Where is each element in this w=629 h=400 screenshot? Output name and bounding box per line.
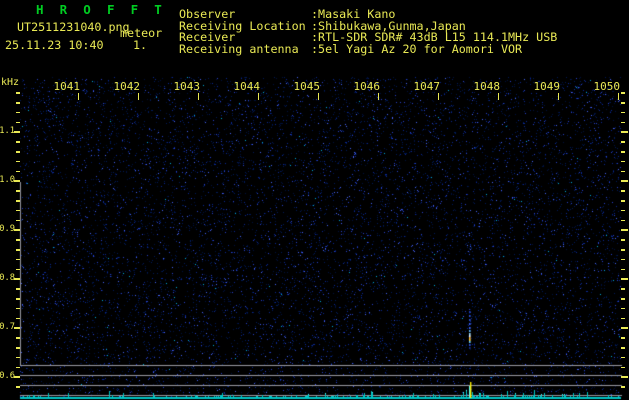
freq-tick-left [16,298,20,300]
hrofft-window: H R O F F T UT2511231040.png meteor 25.1… [0,0,629,400]
freq-tick-right [621,170,625,173]
freq-tick-left [16,258,20,261]
freq-tick-label: 1.0 [0,175,15,186]
freq-tick-right [621,190,625,192]
freq-tick-right [621,278,628,281]
freq-tick-right [621,298,625,300]
freq-tick-right [621,376,628,379]
freq-tick-left [16,219,20,222]
freq-tick-right [621,151,625,153]
freq-tick-right [621,268,625,271]
freq-unit-label: kHz [1,77,20,88]
freq-tick-left [16,141,20,143]
overlay-layer: H R O F F T UT2511231040.png meteor 25.1… [0,0,629,400]
freq-tick-right [621,317,625,320]
time-tick [77,93,79,100]
freq-tick-left [16,190,20,192]
freq-tick-left [16,366,20,369]
time-tick [197,93,199,100]
freq-tick-right [621,366,625,369]
freq-tick-left [16,92,20,94]
freq-tick-right [621,288,625,290]
freq-tick-right [621,209,625,212]
freq-tick-left [16,307,20,310]
time-tick [377,93,379,100]
freq-tick-right [621,229,628,232]
freq-tick-label: 0.7 [0,322,15,333]
time-tick-label: 1046 [353,80,381,93]
freq-tick-left [16,151,20,153]
time-tick-label: 1045 [293,80,321,93]
freq-tick-left [16,102,20,104]
freq-tick-right [621,102,625,104]
freq-tick-right [621,327,628,330]
time-tick-label: 1042 [113,80,141,93]
freq-tick-left [16,317,20,320]
freq-tick-left [16,239,20,241]
freq-tick-right [621,386,625,388]
time-tick-label: 1043 [173,80,201,93]
freq-tick-right [621,92,625,94]
time-tick-label: 1041 [53,80,81,93]
metadata-row: Observer:Masaki Kano [0,7,629,21]
freq-tick-right [621,307,625,310]
metadata-label: Receiving antenna [179,42,299,56]
freq-tick-left [16,209,20,212]
freq-tick-left [16,170,20,173]
metadata-value: :5el Yagi Az 20 for Aomori VOR [311,42,523,56]
freq-tick-right [621,239,625,241]
freq-tick-right [621,121,625,124]
freq-tick-left [16,347,20,349]
freq-tick-left [16,356,20,359]
time-tick [497,93,499,100]
time-tick-label: 1050 [593,80,621,93]
freq-tick-right [621,141,625,143]
freq-tick-right [621,160,625,163]
freq-tick-right [621,356,625,359]
time-tick [617,93,619,100]
time-tick-label: 1047 [413,80,441,93]
time-tick [257,93,259,100]
time-tick-label: 1048 [473,80,501,93]
freq-tick-left [16,121,20,124]
time-tick [137,93,139,100]
freq-tick-left [16,111,20,114]
freq-tick-left [16,249,20,251]
freq-tick-right [621,347,625,349]
freq-tick-left [16,386,20,388]
time-tick [317,93,319,100]
freq-tick-right [621,249,625,251]
freq-tick-right [621,131,628,134]
freq-tick-left [16,288,20,290]
freq-tick-left [16,160,20,163]
metadata-row: Receiving antenna :5el Yagi Az 20 for Aom… [0,42,629,56]
freq-tick-right [621,337,625,339]
freq-tick-left [16,268,20,271]
freq-tick-label: 1.1 [0,126,15,137]
freq-tick-right [621,111,625,114]
metadata-row: Receiver:RTL-SDR SDR# 43dB L15 114.1MHz … [0,30,629,44]
freq-tick-label: 0.8 [0,273,15,284]
freq-tick-right [621,258,625,261]
freq-tick-label: 0.9 [0,224,15,235]
freq-tick-label: 0.6 [0,371,15,382]
freq-tick-right [621,180,628,183]
time-tick [437,93,439,100]
time-tick [557,93,559,100]
freq-tick-right [621,219,625,222]
freq-tick-right [621,200,625,202]
freq-tick-left [16,337,20,339]
freq-tick-left [16,200,20,202]
time-tick-label: 1044 [233,80,261,93]
time-tick-label: 1049 [533,80,561,93]
